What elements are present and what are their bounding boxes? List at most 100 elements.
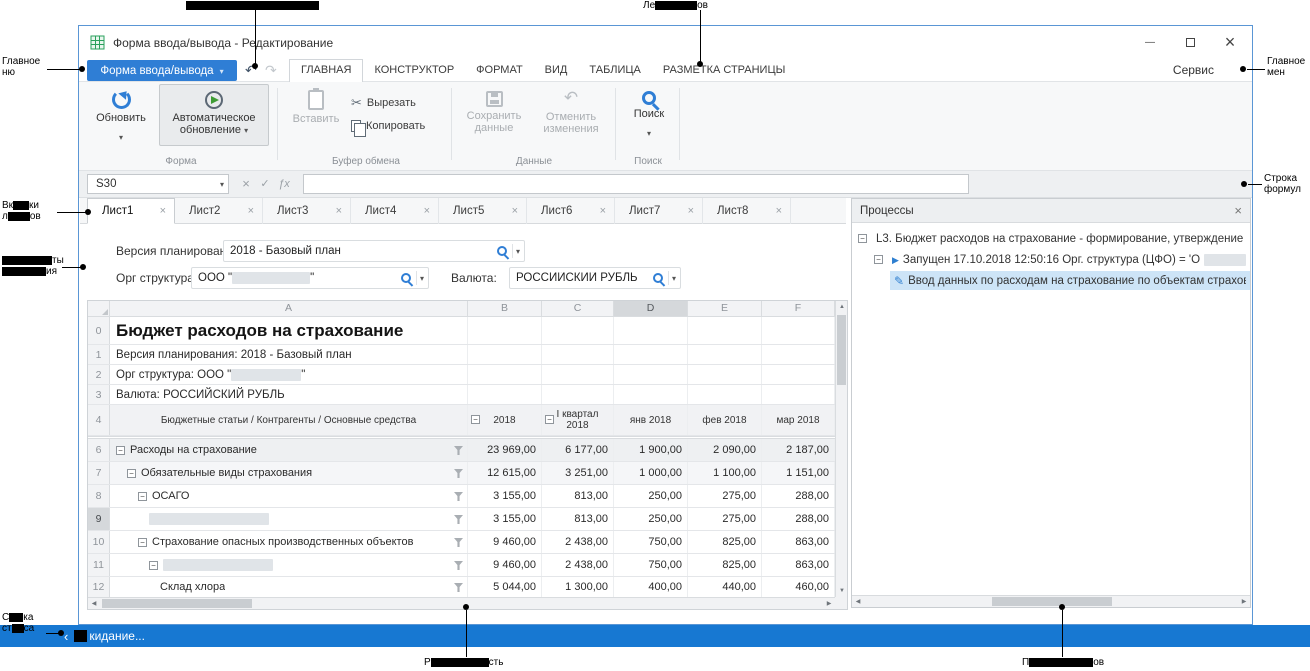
scrollbar-thumb[interactable] (837, 315, 846, 385)
collapse-icon[interactable] (874, 255, 883, 264)
dropdown-icon[interactable] (516, 245, 520, 257)
header-feb-2018[interactable]: фев 2018 (688, 405, 762, 435)
cell[interactable] (542, 365, 614, 384)
header-mar-2018[interactable]: мар 2018 (762, 405, 835, 435)
cell[interactable] (762, 365, 835, 384)
value-cell[interactable]: 2 187,00 (762, 439, 835, 461)
cell[interactable] (614, 317, 688, 344)
formula-input[interactable] (303, 174, 969, 194)
collapse-icon[interactable] (116, 446, 125, 455)
row-header-7[interactable]: 7 (88, 462, 110, 484)
scroll-left-icon[interactable] (88, 598, 100, 610)
filter-icon[interactable] (454, 561, 463, 570)
cancel-entry-icon[interactable] (237, 174, 255, 194)
close-tab-icon[interactable] (248, 205, 254, 217)
cell[interactable] (762, 317, 835, 344)
value-cell[interactable]: 400,00 (614, 577, 688, 597)
copy-button[interactable]: Копировать (351, 117, 425, 135)
close-tab-icon[interactable] (424, 205, 430, 217)
value-cell[interactable]: 250,00 (614, 485, 688, 507)
column-header-B[interactable]: B (468, 301, 542, 317)
budget-item-cell[interactable] (110, 554, 468, 576)
org-structure-field[interactable]: ООО "" (191, 267, 429, 289)
collapse-icon[interactable] (138, 492, 147, 501)
value-cell[interactable]: 12 615,00 (468, 462, 542, 484)
budget-item-cell[interactable]: Расходы на страхование (110, 439, 468, 461)
cell[interactable] (542, 385, 614, 404)
auto-refresh-button[interactable]: Автоматическое обновление (159, 84, 269, 146)
value-cell[interactable]: 3 251,00 (542, 462, 614, 484)
value-cell[interactable]: 813,00 (542, 485, 614, 507)
close-panel-icon[interactable] (1234, 203, 1242, 218)
filter-icon[interactable] (454, 492, 463, 501)
search-icon[interactable] (653, 273, 663, 283)
grid-corner[interactable] (88, 301, 110, 317)
row-header-0[interactable]: 0 (88, 317, 110, 344)
cell[interactable] (762, 345, 835, 364)
value-cell[interactable]: 460,00 (762, 577, 835, 597)
header-q1-2018[interactable]: I квартал2018 (542, 405, 614, 435)
minimize-button[interactable] (1130, 26, 1170, 59)
scroll-down-icon[interactable] (836, 585, 848, 597)
column-header-A[interactable]: A (110, 301, 468, 317)
row-header-12[interactable]: 12 (88, 577, 110, 597)
budget-item-cell[interactable]: Страхование опасных производственных объ… (110, 531, 468, 553)
row-header-8[interactable]: 8 (88, 485, 110, 507)
collapse-icon[interactable] (149, 561, 158, 570)
version-field[interactable]: 2018 - Базовый план (223, 240, 525, 262)
row-header-6[interactable]: 6 (88, 439, 110, 461)
vertical-scrollbar[interactable] (835, 301, 847, 597)
value-cell[interactable]: 3 155,00 (468, 485, 542, 507)
chevron-left-icon[interactable]: ‹ (64, 629, 68, 644)
cell[interactable] (762, 385, 835, 404)
budget-item-cell[interactable] (110, 508, 468, 530)
cell[interactable] (688, 345, 762, 364)
value-cell[interactable]: 275,00 (688, 508, 762, 530)
sheet-tab-Лист2[interactable]: Лист2 (175, 198, 263, 224)
main-menu-button[interactable]: Форма ввода/вывода (87, 60, 237, 81)
auto-refresh-dropdown-icon[interactable] (244, 124, 248, 136)
cut-button[interactable]: Вырезать (351, 94, 416, 112)
process-item[interactable]: Ввод данных по расходам на страхование п… (852, 270, 1250, 291)
value-cell[interactable]: 863,00 (762, 554, 835, 576)
ribbon-tab-ФОРМАТ[interactable]: ФОРМАТ (465, 59, 534, 82)
filter-icon[interactable] (454, 515, 463, 524)
search-icon[interactable] (401, 273, 411, 283)
close-tab-icon[interactable] (776, 205, 782, 217)
value-cell[interactable]: 813,00 (542, 508, 614, 530)
cell[interactable] (614, 365, 688, 384)
close-tab-icon[interactable] (688, 205, 694, 217)
filter-icon[interactable] (454, 583, 463, 592)
value-cell[interactable]: 1 900,00 (614, 439, 688, 461)
function-icon[interactable] (275, 174, 293, 194)
row-header-10[interactable]: 10 (88, 531, 110, 553)
search-icon[interactable] (497, 246, 507, 256)
version-info-cell[interactable]: Версия планирования: 2018 - Базовый план (110, 345, 468, 364)
sheet-tab-Лист4[interactable]: Лист4 (351, 198, 439, 224)
value-cell[interactable]: 1 300,00 (542, 577, 614, 597)
sheet-tab-Лист8[interactable]: Лист8 (703, 198, 791, 224)
value-cell[interactable]: 825,00 (688, 554, 762, 576)
refresh-dropdown-icon[interactable] (119, 127, 123, 145)
value-cell[interactable]: 5 044,00 (468, 577, 542, 597)
scroll-right-icon[interactable] (823, 598, 835, 610)
value-cell[interactable]: 1 100,00 (688, 462, 762, 484)
value-cell[interactable]: 9 460,00 (468, 531, 542, 553)
process-item[interactable]: L3. Бюджет расходов на страхование - фор… (852, 228, 1250, 249)
close-tab-icon[interactable] (160, 205, 166, 217)
value-cell[interactable]: 250,00 (614, 508, 688, 530)
value-cell[interactable]: 1 151,00 (762, 462, 835, 484)
close-tab-icon[interactable] (512, 205, 518, 217)
value-cell[interactable]: 863,00 (762, 531, 835, 553)
cell[interactable] (688, 385, 762, 404)
value-cell[interactable]: 440,00 (688, 577, 762, 597)
close-tab-icon[interactable] (336, 205, 342, 217)
value-cell[interactable]: 288,00 (762, 508, 835, 530)
value-cell[interactable]: 2 090,00 (688, 439, 762, 461)
ribbon-tab-ГЛАВНАЯ[interactable]: ГЛАВНАЯ (289, 59, 363, 82)
column-header-C[interactable]: C (542, 301, 614, 317)
refresh-button[interactable]: Обновить (89, 84, 153, 146)
filter-icon[interactable] (454, 469, 463, 478)
ribbon-tab-РАЗМЕТКА СТРАНИЦЫ[interactable]: РАЗМЕТКА СТРАНИЦЫ (652, 59, 796, 82)
cell-reference-box[interactable]: S30 (87, 174, 229, 194)
